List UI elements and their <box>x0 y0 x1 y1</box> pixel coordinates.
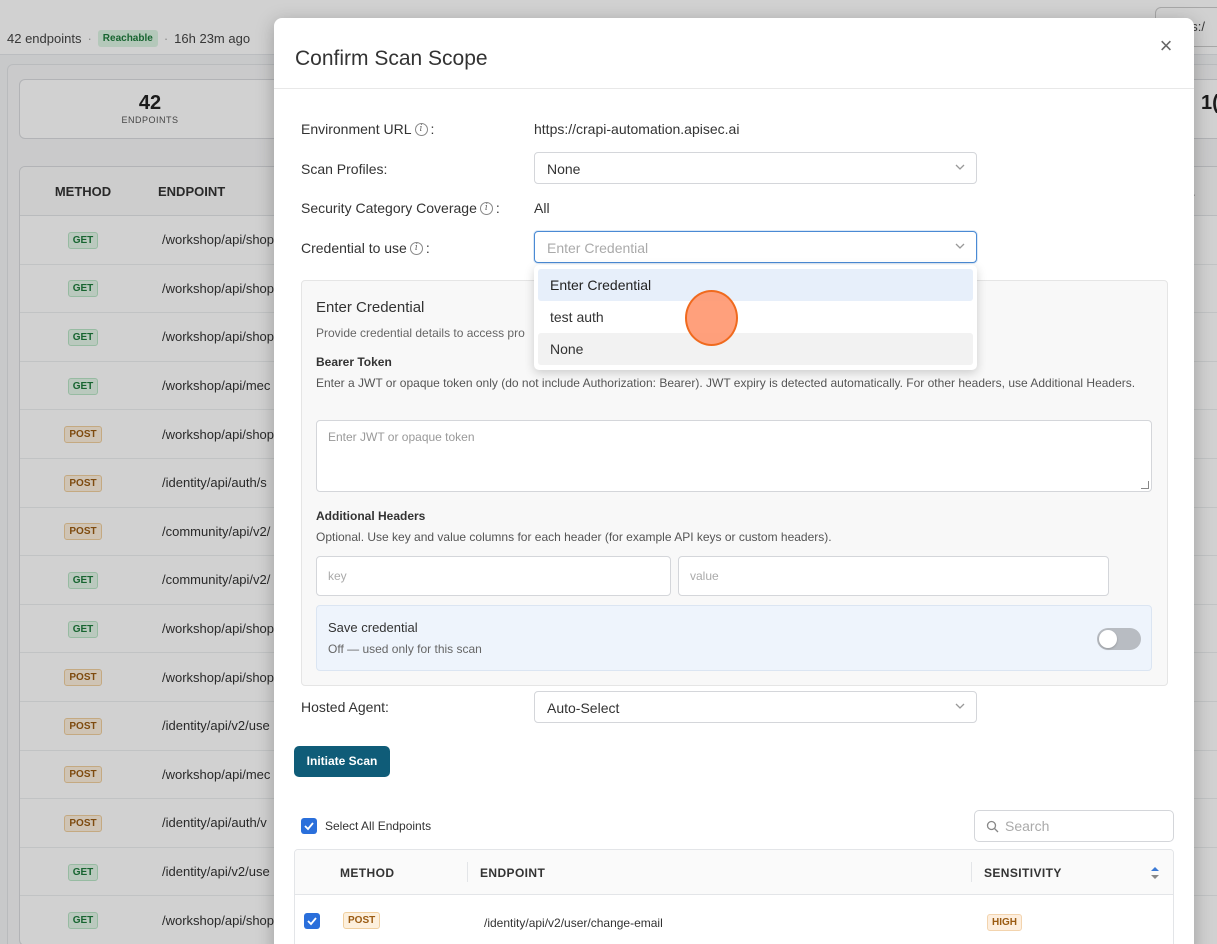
security-coverage-value: All <box>534 200 550 216</box>
info-icon[interactable]: i <box>409 241 423 255</box>
hosted-agent-value: Auto-Select <box>547 700 620 716</box>
select-all-checkbox[interactable] <box>301 818 317 834</box>
dropdown-option-test-auth[interactable]: test auth <box>538 301 973 333</box>
row-checkbox[interactable] <box>304 913 320 929</box>
credential-select[interactable]: Enter Credential <box>534 231 977 263</box>
scan-profiles-label: Scan Profiles: <box>301 161 388 177</box>
info-icon[interactable]: i <box>479 201 493 215</box>
method-column-header: METHOD <box>340 866 395 880</box>
credential-dropdown: Enter Credential test auth None <box>534 265 977 370</box>
credential-label: Credential to use i : <box>301 240 430 256</box>
cursor-indicator <box>685 290 738 346</box>
credential-panel-title: Enter Credential <box>316 299 425 316</box>
hosted-agent-select[interactable]: Auto-Select <box>534 691 977 723</box>
security-coverage-label: Security Category Coverage i : <box>301 200 500 216</box>
bearer-token-desc: Enter a JWT or opaque token only (do not… <box>316 376 1136 390</box>
search-icon <box>986 820 999 833</box>
check-icon <box>307 917 317 926</box>
sensitivity-badge: HIGH <box>987 914 1022 931</box>
env-url-value: https://crapi-automation.apisec.ai <box>534 121 740 137</box>
save-credential-subtitle: Off — used only for this scan <box>328 642 482 656</box>
sort-icon[interactable] <box>1150 865 1160 881</box>
sensitivity-column-header[interactable]: SENSITIVITY <box>984 866 1062 880</box>
save-credential-title: Save credential <box>328 620 418 635</box>
modal-title: Confirm Scan Scope <box>295 47 488 70</box>
scan-profiles-value: None <box>547 161 581 177</box>
bearer-token-title: Bearer Token <box>316 355 392 369</box>
scan-table-header: METHOD ENDPOINT SENSITIVITY <box>295 850 1173 895</box>
header-value-input[interactable]: value <box>678 556 1109 596</box>
confirm-scan-modal: Confirm Scan Scope × Environment URL i :… <box>274 18 1194 944</box>
endpoint-column-header: ENDPOINT <box>480 866 546 880</box>
table-row[interactable]: POST /identity/api/v2/user/change-email … <box>295 895 1173 943</box>
check-icon <box>304 822 314 831</box>
dropdown-option-none[interactable]: None <box>538 333 973 365</box>
close-icon[interactable]: × <box>1156 35 1176 57</box>
method-badge: POST <box>343 912 381 929</box>
additional-headers-desc: Optional. Use key and value columns for … <box>316 530 832 544</box>
env-url-label: Environment URL i : <box>301 121 435 137</box>
select-all-label: Select All Endpoints <box>325 819 432 833</box>
header-key-input[interactable]: key <box>316 556 671 596</box>
save-credential-toggle[interactable] <box>1097 628 1141 650</box>
chevron-down-icon <box>955 703 965 709</box>
hosted-agent-label: Hosted Agent: <box>301 699 389 715</box>
info-icon[interactable]: i <box>414 122 428 136</box>
search-input[interactable]: Search <box>974 810 1174 842</box>
initiate-scan-button[interactable]: Initiate Scan <box>294 746 390 777</box>
chevron-down-icon <box>955 164 965 170</box>
endpoint-path: /identity/api/v2/user/change-email <box>484 916 663 930</box>
resize-handle-icon[interactable] <box>1141 481 1149 489</box>
scan-profiles-select[interactable]: None <box>534 152 977 184</box>
dropdown-option-enter-credential[interactable]: Enter Credential <box>538 269 973 301</box>
save-credential-box: Save credential Off — used only for this… <box>316 605 1152 671</box>
credential-placeholder: Enter Credential <box>547 240 649 256</box>
scan-endpoints-table: METHOD ENDPOINT SENSITIVITY POST /identi… <box>294 849 1174 944</box>
additional-headers-title: Additional Headers <box>316 509 426 523</box>
chevron-down-icon <box>955 243 965 249</box>
bearer-token-input[interactable]: Enter JWT or opaque token <box>316 420 1152 492</box>
toggle-knob <box>1099 630 1117 648</box>
credential-panel-desc: Provide credential details to access pro <box>316 326 525 340</box>
modal-header: Confirm Scan Scope × <box>274 18 1194 89</box>
